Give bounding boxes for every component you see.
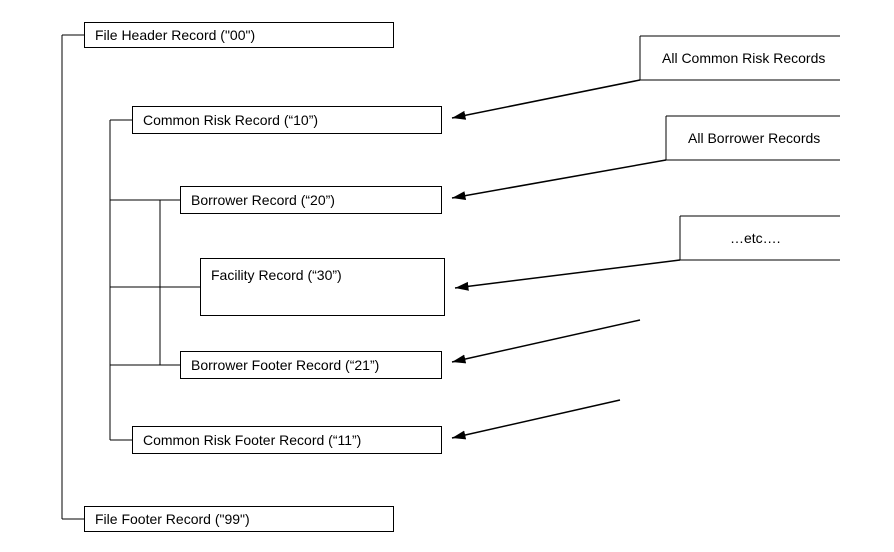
box-label: Facility Record (“30”): [211, 267, 342, 283]
box-label: Borrower Record (“20”): [191, 192, 335, 208]
tree-connectors: [0, 0, 894, 552]
box-common-risk-footer: Common Risk Footer Record (“11”): [132, 426, 442, 454]
callout-brackets: [0, 0, 894, 552]
record-hierarchy-diagram: File Header Record ("00") Common Risk Re…: [0, 0, 894, 552]
box-file-header: File Header Record ("00"): [84, 22, 394, 48]
box-common-risk: Common Risk Record (“10”): [132, 106, 442, 134]
box-borrower: Borrower Record (“20”): [180, 186, 442, 214]
box-label: File Footer Record ("99"): [95, 511, 250, 527]
box-borrower-footer: Borrower Footer Record (“21”): [180, 351, 442, 379]
box-label: Common Risk Record (“10”): [143, 112, 318, 128]
callout-etc: …etc….: [730, 230, 781, 246]
callout-all-common-risk: All Common Risk Records: [662, 50, 825, 66]
callout-all-borrower: All Borrower Records: [688, 130, 820, 146]
box-label: Common Risk Footer Record (“11”): [143, 432, 361, 448]
box-file-footer: File Footer Record ("99"): [84, 506, 394, 532]
box-label: Borrower Footer Record (“21”): [191, 357, 379, 373]
arrows: [0, 0, 894, 552]
box-facility: Facility Record (“30”): [200, 258, 445, 316]
box-label: File Header Record ("00"): [95, 27, 255, 43]
